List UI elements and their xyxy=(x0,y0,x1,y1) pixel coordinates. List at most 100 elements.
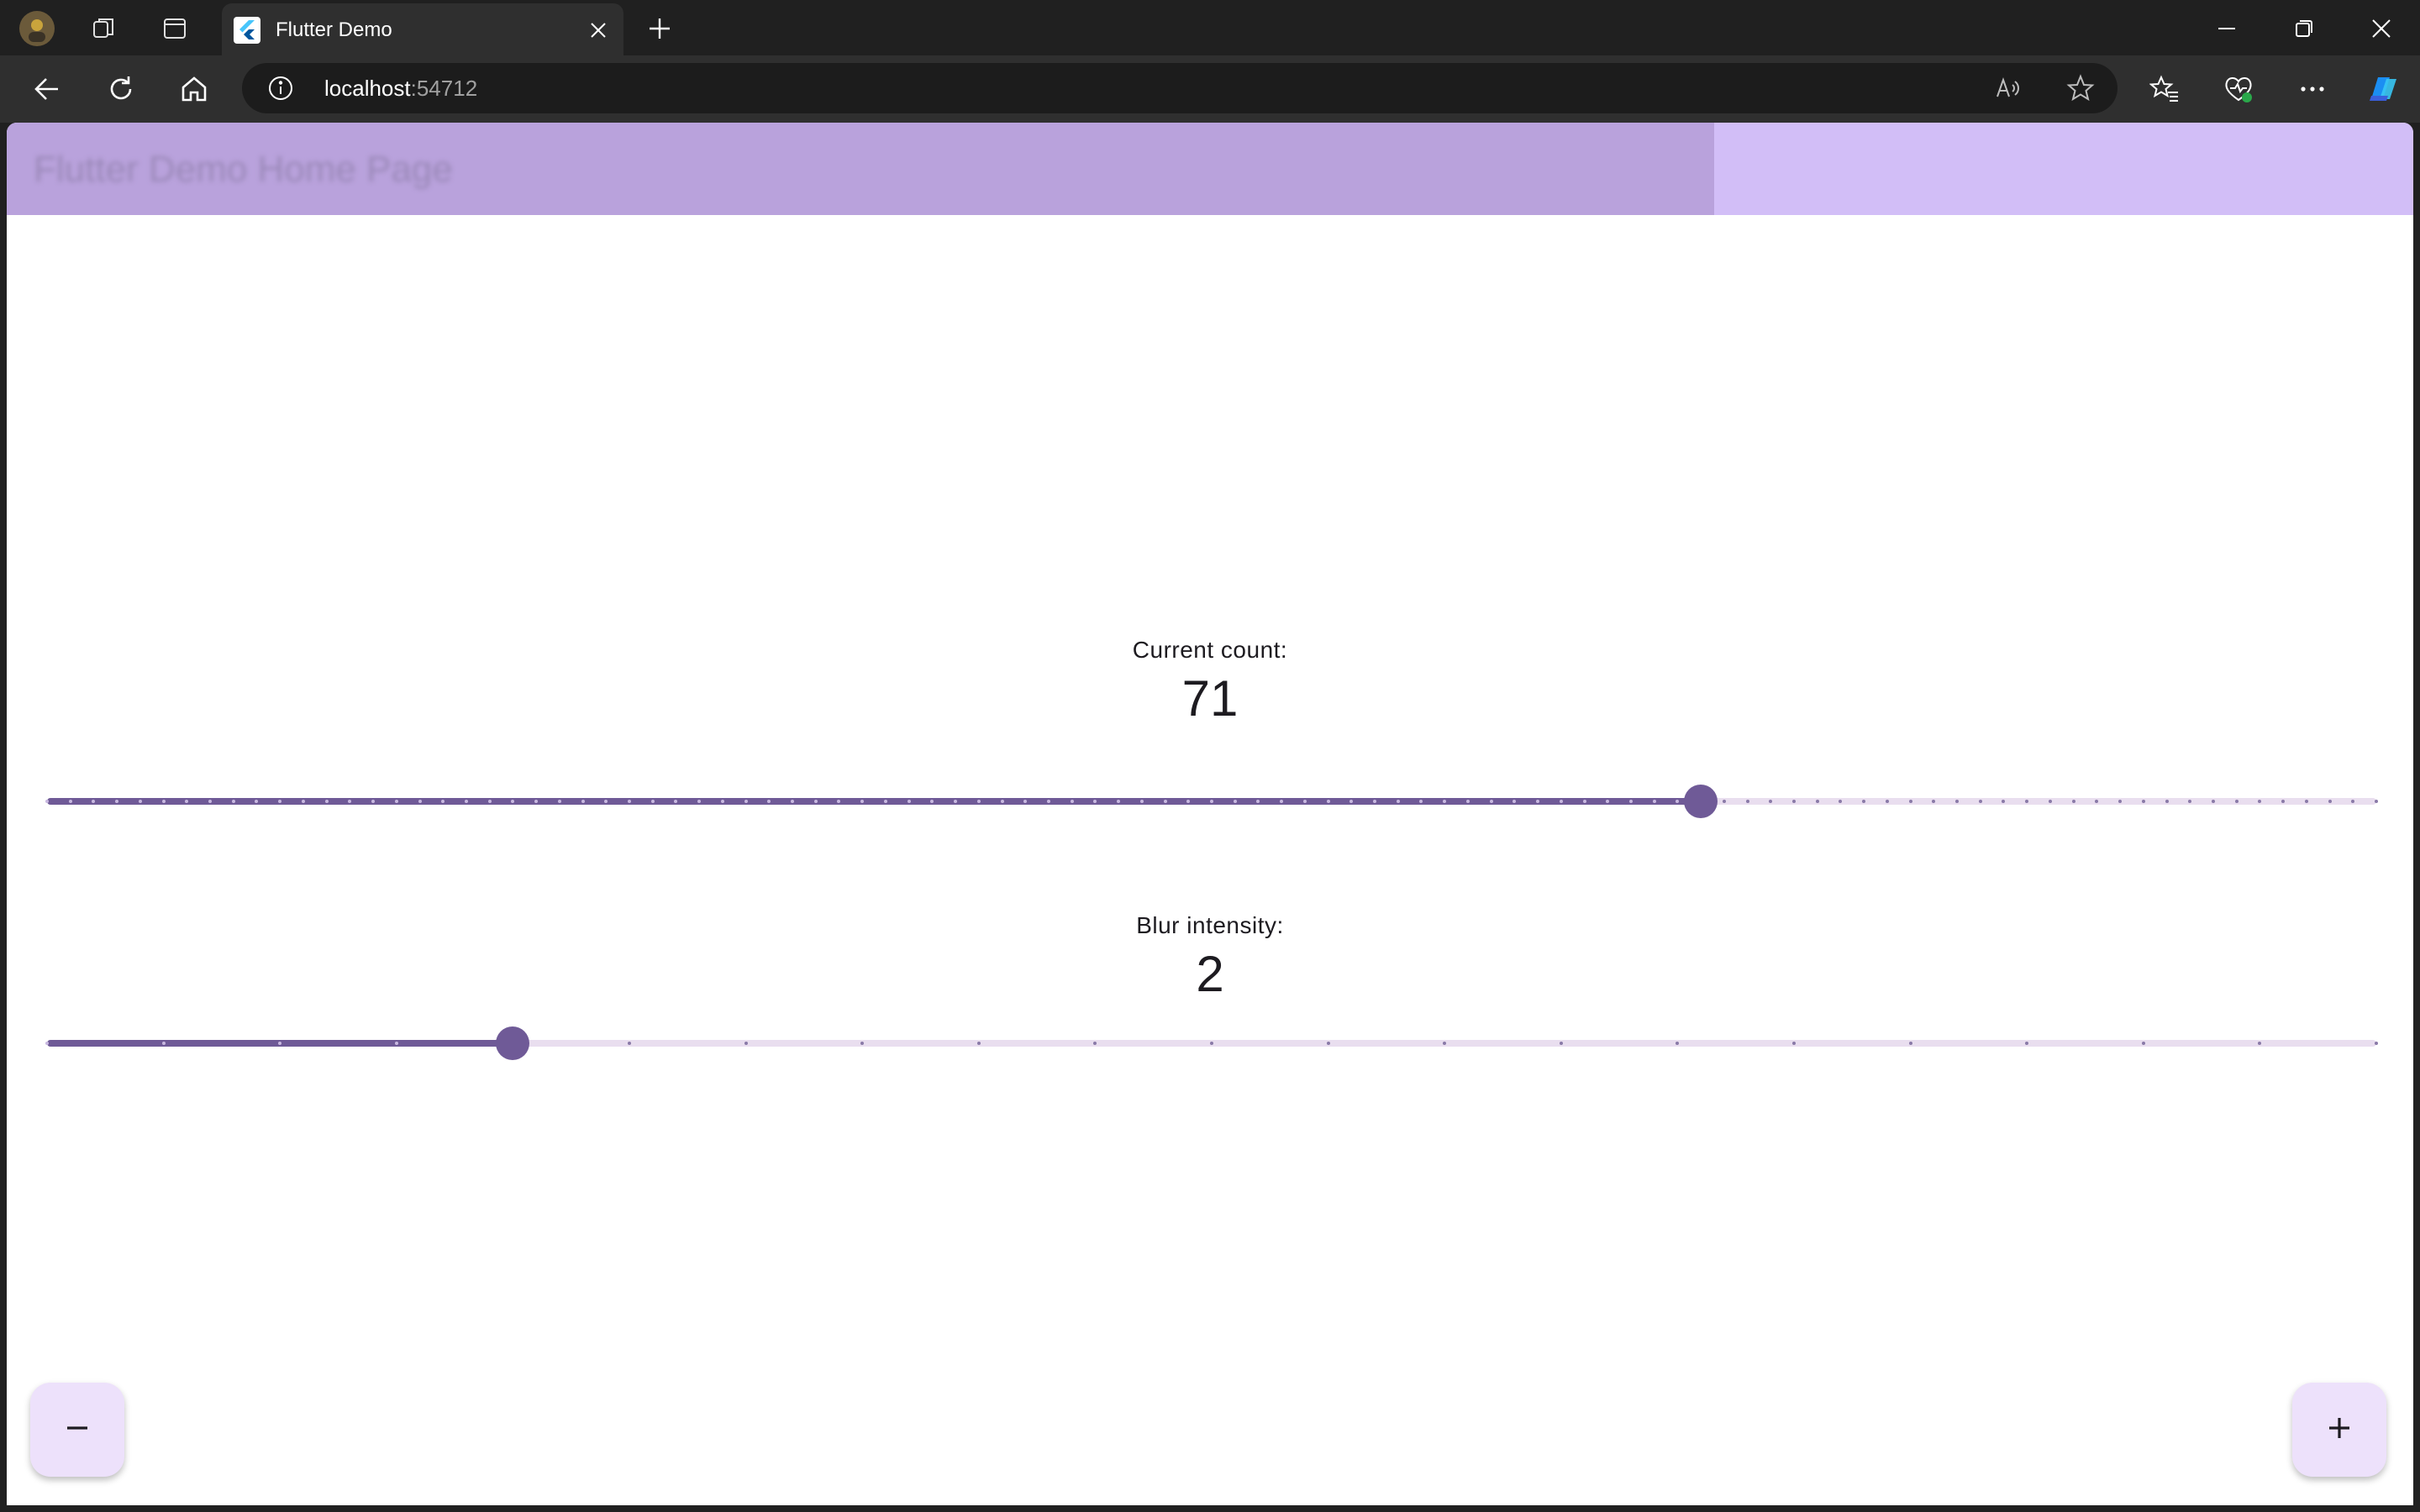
slider-tick xyxy=(1628,800,1633,803)
slider-tick xyxy=(767,800,771,803)
current-count-value: 71 xyxy=(1181,670,1239,727)
slider-tick xyxy=(1792,800,1796,803)
slider-tick xyxy=(2071,800,2075,803)
slider-tick xyxy=(324,800,329,803)
slider-tick xyxy=(976,800,981,803)
blur-slider-ticks xyxy=(45,1026,2378,1060)
slider-tick xyxy=(1233,800,1237,803)
profile-avatar[interactable] xyxy=(18,10,55,47)
slider-tick xyxy=(557,800,561,803)
app-bar: Flutter Demo Home Page xyxy=(7,123,2413,215)
favorites-icon[interactable] xyxy=(2144,69,2185,109)
slider-tick xyxy=(511,800,515,803)
slider-tick xyxy=(2141,1042,2145,1045)
tab-title: Flutter Demo xyxy=(276,18,392,41)
slider-tick xyxy=(930,800,934,803)
slider-tick xyxy=(2211,800,2215,803)
slider-tick xyxy=(1839,800,1843,803)
slider-tick xyxy=(1489,800,1493,803)
slider-tick xyxy=(1559,800,1563,803)
slider-tick xyxy=(720,800,724,803)
slider-tick xyxy=(860,800,865,803)
slider-tick xyxy=(2048,800,2052,803)
slider-tick xyxy=(1815,800,1819,803)
home-icon[interactable] xyxy=(174,69,214,109)
count-slider[interactable] xyxy=(45,785,2378,818)
slider-tick xyxy=(1396,800,1400,803)
slider-tick xyxy=(650,800,655,803)
refresh-icon[interactable] xyxy=(101,69,141,109)
slider-tick xyxy=(2281,800,2286,803)
slider-tick xyxy=(860,1042,865,1045)
slider-tick xyxy=(138,800,142,803)
restore-icon[interactable] xyxy=(2286,10,2323,47)
slider-tick xyxy=(1745,800,1749,803)
site-info-icon[interactable] xyxy=(267,75,294,102)
slider-tick xyxy=(1512,800,1517,803)
minimize-icon[interactable] xyxy=(2208,10,2245,47)
slider-tick xyxy=(487,800,492,803)
slider-tick xyxy=(2002,800,2006,803)
blur-intensity-label: Blur intensity: xyxy=(1136,912,1284,938)
add-favorite-icon[interactable] xyxy=(2065,73,2096,103)
close-icon[interactable] xyxy=(585,17,612,44)
browser-essentials-icon[interactable] xyxy=(2218,69,2259,109)
slider-tick xyxy=(1559,1042,1563,1045)
slider-tick xyxy=(231,800,235,803)
slider-tick xyxy=(278,800,282,803)
slider-tick xyxy=(2095,800,2099,803)
slider-tick xyxy=(45,1042,49,1045)
decrement-button[interactable] xyxy=(30,1383,124,1477)
tab-flutter-demo[interactable]: Flutter Demo xyxy=(222,3,623,55)
slider-tick xyxy=(1186,800,1191,803)
slider-tick xyxy=(2304,800,2308,803)
tab-actions-icon[interactable] xyxy=(156,10,193,47)
slider-tick xyxy=(1978,800,1982,803)
slider-tick xyxy=(278,1042,282,1045)
url-host: localhost xyxy=(324,76,411,101)
slider-tick xyxy=(1000,800,1004,803)
slider-tick xyxy=(1373,800,1377,803)
slider-tick xyxy=(1443,800,1447,803)
slider-tick xyxy=(1932,800,1936,803)
slider-tick xyxy=(1908,1042,1912,1045)
slider-tick xyxy=(1536,800,1540,803)
slider-tick xyxy=(1908,800,1912,803)
slider-tick xyxy=(581,800,585,803)
increment-button[interactable] xyxy=(2292,1383,2386,1477)
slider-tick xyxy=(394,800,398,803)
count-slider-thumb[interactable] xyxy=(1684,785,1718,818)
slider-tick xyxy=(1676,1042,1680,1045)
back-icon[interactable] xyxy=(27,69,67,109)
slider-tick xyxy=(1769,800,1773,803)
slider-tick xyxy=(115,800,119,803)
workspaces-icon[interactable] xyxy=(86,10,123,47)
app-bar-title: Flutter Demo Home Page xyxy=(34,149,453,190)
slider-tick xyxy=(628,800,631,803)
copilot-icon[interactable] xyxy=(2363,69,2403,109)
slider-tick xyxy=(534,800,539,803)
more-icon[interactable] xyxy=(2292,69,2333,109)
slider-tick xyxy=(1955,800,1960,803)
slider-tick xyxy=(1722,800,1726,803)
url-text[interactable]: localhost:54712 xyxy=(324,75,477,102)
slider-tick xyxy=(185,800,189,803)
slider-tick xyxy=(208,800,213,803)
slider-tick xyxy=(1792,1042,1796,1045)
slider-tick xyxy=(1256,800,1260,803)
slider-tick xyxy=(744,800,748,803)
new-tab-icon[interactable] xyxy=(641,10,678,47)
slider-tick xyxy=(441,800,445,803)
window-close-icon[interactable] xyxy=(2363,10,2400,47)
url-port: :54712 xyxy=(410,76,478,101)
blur-slider[interactable] xyxy=(45,1026,2378,1060)
slider-tick xyxy=(837,800,841,803)
address-bar[interactable]: localhost:54712 xyxy=(242,63,2118,113)
slider-tick xyxy=(1652,800,1656,803)
read-aloud-icon[interactable] xyxy=(1993,73,2023,103)
slider-tick xyxy=(1139,800,1144,803)
slider-tick xyxy=(697,800,702,803)
slider-tick xyxy=(161,1042,166,1045)
slider-tick xyxy=(1862,800,1866,803)
slider-tick xyxy=(813,800,818,803)
